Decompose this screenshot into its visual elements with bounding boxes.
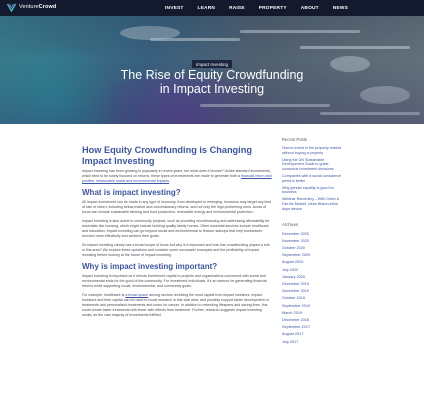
article-heading: How Equity Crowdfunding is Changing Impa… [82, 145, 252, 166]
archive-link[interactable]: January 2020 [282, 274, 344, 281]
archive-link[interactable]: December 2020 [282, 231, 344, 238]
article-intro: Impact investing has been growing in pop… [82, 169, 272, 184]
intro-end: . [169, 179, 171, 183]
archive-link[interactable]: November 2019 [282, 288, 344, 295]
hero-banner: Impact Investing The Rise of Equity Crow… [0, 16, 424, 124]
recent-post-link[interactable]: Companies with a social conscience perfo… [282, 174, 344, 183]
page-title: The Rise of Equity Crowdfunding in Impac… [0, 68, 424, 96]
archives-heading: Archives [282, 221, 299, 227]
archive-link[interactable]: December 2018 [282, 317, 344, 324]
section-heading-why: Why is impact investing important? [82, 262, 218, 271]
archive-link[interactable]: December 2019 [282, 281, 344, 288]
section-heading-what: What is impact investing? [82, 188, 181, 197]
recent-post-link[interactable]: How to invest in the property market wit… [282, 146, 344, 155]
archive-link[interactable]: August 2017 [282, 331, 344, 338]
page-title-line2: in Impact Investing [159, 82, 265, 96]
logo-text-part1: Venture [19, 4, 39, 10]
inline-link[interactable]: a broad space [125, 293, 148, 297]
recent-post-link[interactable]: Why gender equality is good for business [282, 186, 344, 195]
nav-raise[interactable]: RAISE [229, 6, 245, 11]
recent-post-link[interactable]: Using the UN Sustainable Development Goa… [282, 158, 344, 172]
paragraph: So impact investing clearly has a broad … [82, 243, 270, 257]
archive-link[interactable]: September 2017 [282, 324, 344, 331]
archive-link[interactable]: September 2019 [282, 303, 344, 310]
recent-posts-heading: Recent Posts [282, 137, 307, 142]
nav-links: INVEST LEARN RAISE PROPERTY ABOUT NEWS [165, 0, 362, 16]
logo-mark-icon [7, 3, 16, 12]
venturecrowd-logo[interactable]: VentureCrowd [7, 3, 56, 12]
paragraph: Impact investing is also active in commu… [82, 219, 270, 238]
archive-link[interactable]: November 2020 [282, 238, 344, 245]
nav-about[interactable]: ABOUT [301, 6, 319, 11]
archive-link[interactable]: July 2020 [282, 267, 344, 274]
nav-news[interactable]: NEWS [333, 6, 348, 11]
archive-link[interactable]: October 2020 [282, 245, 344, 252]
nav-property[interactable]: PROPERTY [259, 6, 287, 11]
logo-text-part2: Crowd [38, 4, 57, 10]
archive-link[interactable]: August 2020 [282, 259, 344, 266]
paragraph: For example, healthcare is a broad space… [82, 293, 272, 318]
paragraph: All impact investment can be made in any… [82, 200, 272, 214]
p-start: For example, healthcare is [82, 293, 125, 297]
top-navbar: VentureCrowd INVEST LEARN RAISE PROPERTY… [0, 0, 424, 16]
recent-post-link[interactable]: Webinar Recording – With Clean & Fair Ai… [282, 197, 344, 211]
category-tag[interactable]: Impact Investing [191, 60, 233, 68]
archive-link[interactable]: July 2017 [282, 339, 344, 346]
logo-text: VentureCrowd [19, 3, 56, 12]
archive-link[interactable]: October 2019 [282, 295, 344, 302]
page-title-line1: The Rise of Equity Crowdfunding [120, 68, 304, 82]
archive-link[interactable]: September 2020 [282, 252, 344, 259]
archive-link[interactable]: March 2019 [282, 310, 344, 317]
nav-learn[interactable]: LEARN [198, 6, 216, 11]
sidebar: Recent Posts How to invest in the proper… [282, 137, 344, 346]
paragraph: Impact investing is important as it dire… [82, 274, 267, 288]
article-body: How Equity Crowdfunding is Changing Impa… [82, 145, 272, 322]
nav-invest[interactable]: INVEST [165, 6, 184, 11]
